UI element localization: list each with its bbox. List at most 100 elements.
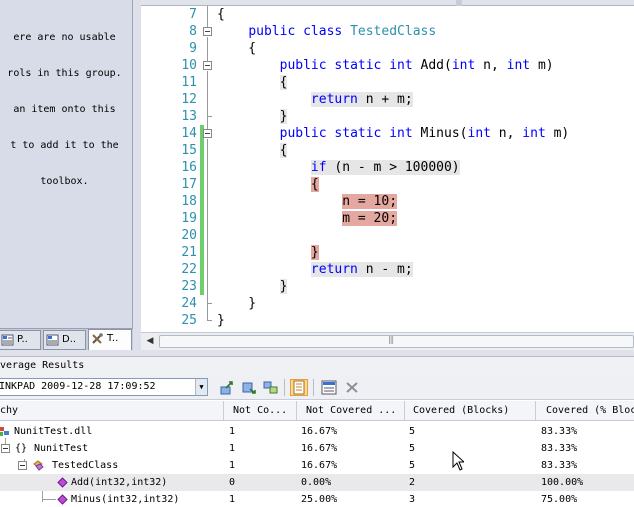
code-area[interactable]: { public class TestedClass { public stat… xyxy=(217,6,634,332)
code-editor[interactable]: 7 8 9 10 11 12 13 14 15 16 17 18 19 20 2… xyxy=(141,0,634,350)
show-coloring-button[interactable] xyxy=(290,379,308,396)
method-icon xyxy=(57,477,68,488)
code-line: return n - m; xyxy=(217,261,413,278)
row-name: NunitTest.dll xyxy=(14,426,93,437)
line-number: 18 xyxy=(181,194,197,209)
code-text: n, xyxy=(475,58,507,73)
column-header-covered-percent[interactable]: Covered (% Bloc xyxy=(536,401,634,421)
table-row[interactable]: TestedClass 1 16.67% 5 83.33% xyxy=(0,457,634,474)
tab-properties[interactable]: P.. xyxy=(0,330,41,350)
line-number: 7 xyxy=(189,7,197,22)
panel-title: verage Results xyxy=(0,357,634,375)
tools-icon xyxy=(92,333,103,344)
covered-block: return n - m; xyxy=(310,262,413,277)
table-row[interactable]: Minus(int32,int32) 1 25.00% 3 75.00% xyxy=(0,491,634,507)
chevron-down-icon[interactable]: ▼ xyxy=(195,379,207,395)
scroll-left-arrow-icon[interactable]: ◀ xyxy=(143,335,157,348)
not-covered-blocks: 1 xyxy=(229,426,236,437)
line-number: 16 xyxy=(181,160,197,175)
table-row[interactable]: NunitTest.dll 1 16.67% 5 83.33% xyxy=(0,423,634,440)
line-number: 9 xyxy=(189,41,197,56)
tree-collapse-toggle[interactable] xyxy=(18,461,27,470)
not-covered-block: n = 10; xyxy=(342,194,398,209)
toolbox-tab-strip: P.. D.. T.. xyxy=(0,328,133,351)
horizontal-scrollbar[interactable]: ◀ xyxy=(141,332,634,350)
line-number: 11 xyxy=(181,75,197,90)
tab-data-sources[interactable]: D.. xyxy=(43,330,86,350)
toolbox-panel: ere are no usable rols in this group. an… xyxy=(0,0,133,351)
line-number: 20 xyxy=(181,228,197,243)
outline-line xyxy=(207,6,208,27)
not-covered-percent: 16.67% xyxy=(301,426,338,437)
covered-percent: 100.00% xyxy=(541,477,584,488)
keyword: int xyxy=(389,126,413,141)
tree-collapse-toggle[interactable] xyxy=(1,444,10,453)
line-number: 25 xyxy=(181,313,197,328)
table-row[interactable]: Add(int32,int32) 0 0.00% 2 100.00% xyxy=(0,474,634,491)
toolbox-splitter[interactable] xyxy=(133,0,141,350)
collapse-toggle[interactable] xyxy=(203,61,212,70)
not-covered-percent: 25.00% xyxy=(301,494,338,505)
keyword: public xyxy=(279,58,327,73)
code-text: (n - m > 100000) xyxy=(326,160,460,175)
code-line: return n + m; xyxy=(217,91,413,108)
column-header-not-covered-percent[interactable]: Not Covered ... xyxy=(297,401,405,421)
tab-label: D.. xyxy=(62,334,77,345)
toolbox-empty-message: ere are no usable rols in this group. an… xyxy=(0,0,133,212)
keyword: int xyxy=(451,58,476,73)
keyword: if xyxy=(310,160,327,175)
toolbox-empty-line: rols in this group. xyxy=(7,68,122,79)
keyword: int xyxy=(522,126,546,141)
code-text: m) xyxy=(530,58,554,73)
code-text: n - m; xyxy=(357,262,413,277)
column-header-not-covered-blocks[interactable]: Not Co... xyxy=(224,401,297,421)
table-row[interactable]: {} NunitTest 1 16.67% 5 83.33% xyxy=(0,440,634,457)
line-number: 15 xyxy=(181,143,197,158)
keyword: public xyxy=(279,126,327,141)
toolbar-separator xyxy=(284,379,285,396)
keyword: return xyxy=(310,92,358,107)
not-covered-blocks: 1 xyxy=(229,494,236,505)
line-number-gutter: 7 8 9 10 11 12 13 14 15 16 17 18 19 20 2… xyxy=(141,6,212,332)
panel-splitter[interactable] xyxy=(0,350,634,357)
line-number: 12 xyxy=(181,92,197,107)
line-number: 21 xyxy=(181,245,197,260)
covered-percent: 83.33% xyxy=(541,443,578,454)
code-text: Add( xyxy=(412,58,452,73)
column-header-covered-blocks[interactable]: Covered (Blocks) xyxy=(405,401,536,421)
covered-blocks: 5 xyxy=(409,460,416,471)
code-line: public static int Add(int n, int m) xyxy=(217,57,554,74)
not-covered-percent: 0.00% xyxy=(301,477,332,488)
keyword: static xyxy=(334,126,382,141)
column-header-hierarchy[interactable]: chy xyxy=(0,401,224,421)
import-results-icon[interactable] xyxy=(218,379,236,396)
covered-blocks: 5 xyxy=(409,443,416,454)
not-covered-percent: 16.67% xyxy=(301,460,338,471)
code-line: { xyxy=(217,142,288,159)
tab-toolbox[interactable]: T.. xyxy=(88,329,132,351)
collapse-toggle[interactable] xyxy=(203,27,212,36)
code-line: } xyxy=(217,278,288,295)
code-coloring-icon xyxy=(293,380,305,395)
toolbar-separator xyxy=(313,379,314,396)
properties-icon xyxy=(1,334,14,346)
data-sources-icon xyxy=(46,334,59,346)
scrollbar-thumb[interactable] xyxy=(159,335,634,348)
keyword: public xyxy=(248,24,296,39)
export-results-icon[interactable] xyxy=(240,379,258,396)
merge-results-icon[interactable] xyxy=(262,379,280,396)
code-text: Minus( xyxy=(412,126,468,141)
line-number: 17 xyxy=(181,177,197,192)
not-covered-block: { xyxy=(310,177,319,192)
close-icon[interactable] xyxy=(343,379,361,396)
collapse-toggle[interactable] xyxy=(203,129,212,138)
line-number: 22 xyxy=(181,262,197,277)
code-line: n = 10; xyxy=(217,193,398,210)
covered-blocks: 5 xyxy=(409,426,416,437)
add-remove-columns-icon[interactable] xyxy=(320,379,338,396)
code-line: { xyxy=(217,176,319,193)
line-number: 10 xyxy=(181,58,197,73)
code-line: public class TestedClass xyxy=(217,23,436,40)
coverage-run-select[interactable]: INKPAD 2009-12-28 17:09:52 ▼ xyxy=(0,378,208,396)
code-line: public static int Minus(int n, int m) xyxy=(217,125,570,142)
